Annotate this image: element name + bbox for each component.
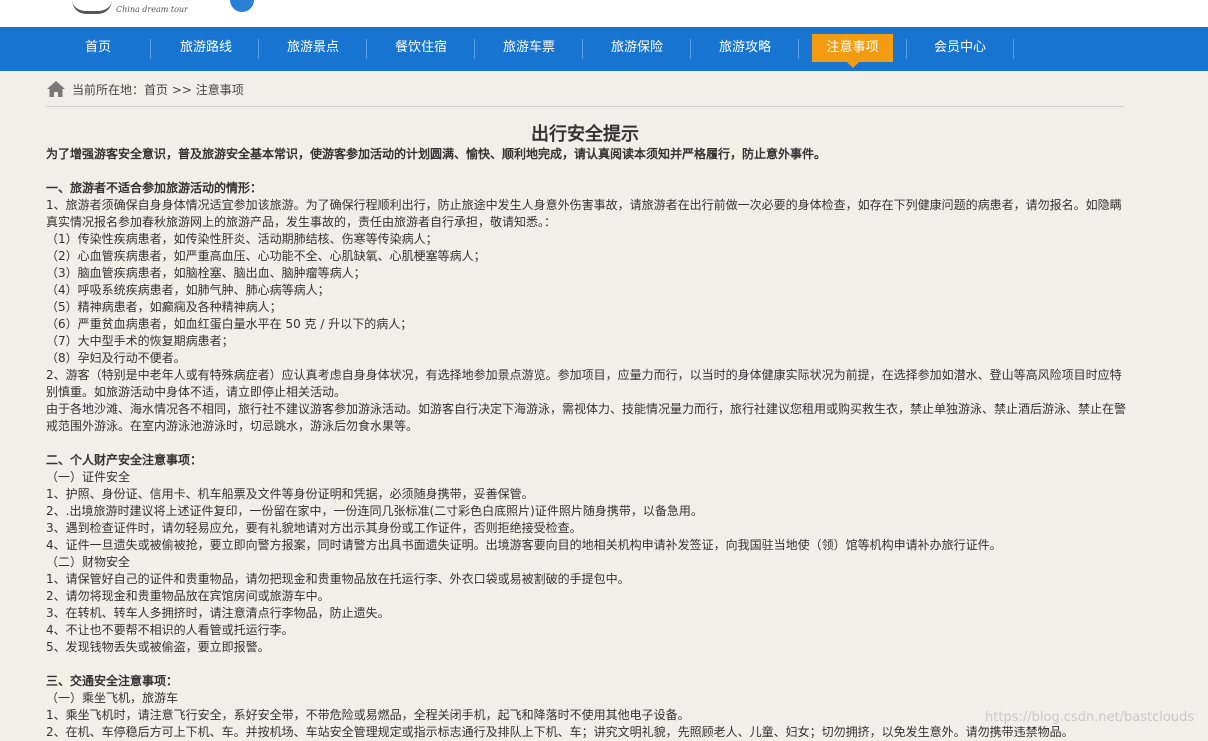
nav-item-notices[interactable]: 注意事项 — [812, 34, 893, 68]
home-icon — [47, 81, 65, 97]
list-item: （7）大中型手术的恢复期病患者； — [46, 334, 234, 348]
article-body: 为了增强游客安全意识，普及旅游安全基本常识，使游客参加活动的计划圆满、愉快、顺利… — [46, 146, 1126, 741]
list-item: 1、护照、身份证、信用卡、机车船票及文件等身份证明和凭据，必须随身携带，妥善保管… — [46, 487, 534, 501]
top-header: China dream tour — [0, 0, 1208, 27]
paragraph: 2、游客（特别是中老年人或有特殊病症者）应认真考虑自身身体状况，有选择地参加景点… — [46, 368, 1122, 399]
nav-divider — [366, 39, 367, 59]
logo-circle-icon — [230, 0, 254, 12]
nav-item-tickets[interactable]: 旅游车票 — [489, 34, 569, 62]
nav-divider — [582, 39, 583, 59]
breadcrumb-text: 当前所在地：首页 >> 注意事项 — [72, 82, 244, 97]
list-item: （8）孕妇及行动不便者。 — [46, 351, 186, 365]
section-heading: 二、个人财产安全注意事项： — [46, 453, 203, 467]
list-item: 1、乘坐飞机时，请注意飞行安全，系好安全带，不带危险或易燃品，全程关闭手机，起飞… — [46, 708, 690, 722]
section-heading: 三、交通安全注意事项： — [46, 674, 179, 688]
nav-item-member[interactable]: 会员中心 — [920, 34, 1000, 62]
list-item: （5）精神病患者，如癫痫及各种精神病人； — [46, 300, 282, 314]
subsection-heading: （一）证件安全 — [46, 470, 131, 484]
nav-divider — [150, 39, 151, 59]
list-item: 3、遇到检查证件时，请勿轻易应允，要有礼貌地请对方出示其身份或工作证件，否则拒绝… — [46, 521, 582, 535]
subsection-heading: （二）财物安全 — [46, 555, 131, 569]
logo-mark — [72, 0, 112, 14]
watermark: https://blog.csdn.net/bastclouds — [985, 710, 1195, 725]
nav-item-home[interactable]: 首页 — [62, 34, 134, 62]
nav-item-routes[interactable]: 旅游路线 — [166, 34, 246, 62]
section-heading: 一、旅游者不适合参加旅游活动的情形： — [46, 181, 263, 195]
nav-divider — [690, 39, 691, 59]
nav-divider — [1013, 39, 1014, 59]
nav-item-insurance[interactable]: 旅游保险 — [597, 34, 677, 62]
list-item: 4、证件一旦遗失或被偷被抢，要立即向警方报案，同时请警方出具书面遗失证明。出境游… — [46, 538, 1002, 552]
list-item: 2、请勿将现金和贵重物品放在宾馆房间或旅游车中。 — [46, 589, 330, 603]
intro-text: 为了增强游客安全意识，普及旅游安全基本常识，使游客参加活动的计划圆满、愉快、顺利… — [46, 147, 827, 161]
list-item: （3）脑血管疾病患者，如脑栓塞、脑出血、脑肿瘤等病人； — [46, 266, 366, 280]
breadcrumb: 当前所在地：首页 >> 注意事项 — [46, 78, 244, 100]
list-item: （6）严重贫血病患者，如血红蛋白量水平在 50 克 / 升以下的病人； — [46, 317, 413, 331]
nav-item-attractions[interactable]: 旅游景点 — [273, 34, 353, 62]
page-title: 出行安全提示 — [531, 124, 639, 145]
list-item: 4、不让也不要帮不相识的人看管或托运行李。 — [46, 623, 294, 637]
nav-divider — [906, 39, 907, 59]
list-item: （2）心血管疾病患者，如严重高血压、心功能不全、心肌缺氧、心肌梗塞等病人； — [46, 249, 486, 263]
site-logo[interactable]: China dream tour — [72, 0, 254, 14]
list-item: 2、在机、车停稳后方可上下机、车。并按机场、车站安全管理规定或指示标志通行及排队… — [46, 725, 1074, 739]
list-item: 3、在转机、转车人多拥挤时，请注意清点行李物品，防止遗失。 — [46, 606, 390, 620]
list-item: （1）传染性疾病患者，如传染性肝炎、活动期肺结核、伤寒等传染病人； — [46, 232, 438, 246]
logo-tagline: China dream tour — [116, 5, 188, 14]
nav-divider — [798, 39, 799, 59]
paragraph: 由于各地沙滩、海水情况各不相同，旅行社不建议游客参加游泳活动。如游客自行决定下海… — [46, 402, 1127, 433]
nav-item-dining[interactable]: 餐饮住宿 — [381, 34, 461, 62]
subsection-heading: （一）乘坐飞机，旅游车 — [46, 691, 179, 705]
main-nav: 首页 旅游路线 旅游景点 餐饮住宿 旅游车票 旅游保险 旅游攻略 注意事项 会员… — [0, 27, 1208, 71]
list-item: 2、.出境旅游时建议将上述证件复印，一份留在家中，一份连同几张标准(二寸彩色白底… — [46, 504, 703, 518]
list-item: 5、发现钱物丢失或被偷盗，要立即报警。 — [46, 640, 270, 654]
list-item: （4）呼吸系统疾病患者，如肺气肿、肺心病等病人； — [46, 283, 330, 297]
divider — [46, 106, 1124, 107]
paragraph: 1、旅游者须确保自身身体情况适宜参加该旅游。为了确保行程顺利出行，防止旅途中发生… — [46, 198, 1122, 229]
list-item: 1、请保管好自己的证件和贵重物品，请勿把现金和贵重物品放在托运行李、外衣口袋或易… — [46, 572, 630, 586]
nav-divider — [258, 39, 259, 59]
nav-item-guides[interactable]: 旅游攻略 — [705, 34, 785, 62]
nav-divider — [474, 39, 475, 59]
